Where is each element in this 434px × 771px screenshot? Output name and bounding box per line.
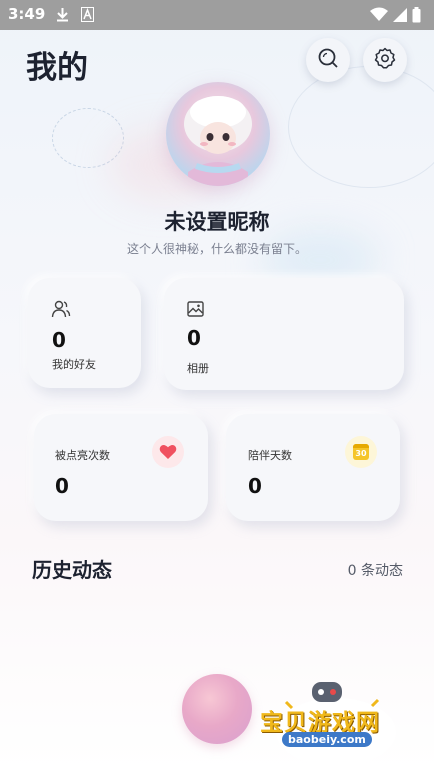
search-button[interactable] (306, 38, 350, 82)
likes-card[interactable]: 被点亮次数 0 (34, 414, 208, 521)
avatar[interactable] (166, 82, 270, 186)
download-icon (56, 7, 69, 26)
nickname[interactable]: 未设置昵称 (0, 206, 434, 236)
wifi-icon (370, 7, 388, 26)
history-count: 0 条动态 (347, 563, 403, 579)
calendar-icon: 30 (345, 436, 377, 468)
friends-label: 我的好友 (52, 358, 96, 371)
bio-text: 这个人很神秘，什么都没有留下。 (126, 242, 307, 256)
search-icon (317, 47, 339, 73)
signal-icon (392, 7, 408, 26)
history-title: 历史动态 (32, 558, 112, 582)
days-count: 0 (248, 474, 262, 498)
likes-label: 被点亮次数 (55, 449, 110, 462)
page-title: 我的 (26, 50, 88, 86)
calendar-number: 30 (355, 449, 367, 458)
likes-count: 0 (55, 474, 69, 498)
heart-icon (152, 436, 184, 468)
status-time: 3:49 (8, 5, 46, 23)
album-label: 相册 (187, 362, 209, 375)
friends-card[interactable]: 0 我的好友 (28, 278, 141, 388)
watermark-logo: 宝贝游戏网 baobeiy.com (258, 676, 408, 768)
background-decoration (288, 66, 434, 188)
battery-icon (412, 7, 421, 27)
album-icon (186, 299, 206, 323)
status-bar: 3:49 (0, 0, 434, 30)
friends-icon (51, 299, 71, 323)
album-count: 0 (187, 326, 201, 350)
gear-icon (374, 47, 396, 73)
floating-action-button[interactable] (182, 674, 252, 744)
avatar-image (184, 96, 252, 186)
days-card[interactable]: 陪伴天数 0 30 (226, 414, 400, 521)
friends-count: 0 (52, 328, 66, 352)
days-label: 陪伴天数 (248, 449, 292, 462)
watermark-url: baobeiy.com (282, 732, 372, 747)
settings-button[interactable] (363, 38, 407, 82)
font-icon (81, 7, 94, 26)
album-card[interactable]: 0 相册 (164, 278, 404, 390)
